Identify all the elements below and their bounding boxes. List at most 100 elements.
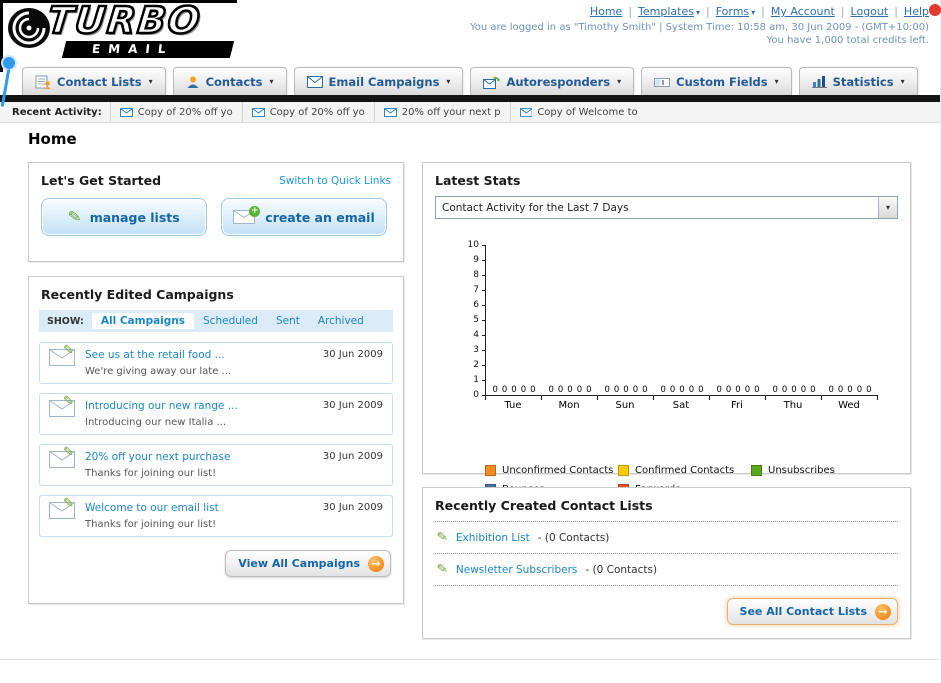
chevron-down-icon: ▾ bbox=[751, 8, 756, 17]
nav-tab-label: Contact Lists bbox=[57, 74, 142, 89]
switch-quick-links-link[interactable]: Switch to Quick Links bbox=[279, 175, 391, 187]
campaign-text: Welcome to our email list Thanks for joi… bbox=[85, 502, 315, 530]
y-axis-label: 8 bbox=[473, 270, 479, 280]
nav-tab-autoresponders[interactable]: Autoresponders ▾ bbox=[470, 67, 635, 95]
campaign-title-link[interactable]: See us at the retail food ... bbox=[85, 349, 315, 361]
legend-label: Unconfirmed Contacts bbox=[502, 465, 614, 476]
manage-lists-label: manage lists bbox=[89, 209, 180, 225]
x-axis-tick bbox=[877, 396, 878, 400]
bar-value-label: 0 bbox=[800, 385, 807, 395]
campaigns-panel: Recently Edited Campaigns SHOW: All Camp… bbox=[28, 276, 404, 604]
campaign-subtitle: Thanks for joining our list! bbox=[85, 519, 217, 530]
legend-swatch bbox=[751, 465, 762, 476]
campaign-subtitle: Thanks for joining our list! bbox=[85, 468, 217, 479]
contact-list-row: ✎ Exhibition List - (0 Contacts) bbox=[435, 522, 898, 554]
separator: | bbox=[761, 5, 765, 18]
filter-archived[interactable]: Archived bbox=[309, 313, 373, 329]
bar-value-label: 0 bbox=[501, 385, 508, 395]
custom-fields-icon bbox=[654, 77, 671, 87]
top-link-help[interactable]: Help bbox=[904, 5, 929, 18]
top-nav: Home | Templates ▾ | Forms ▾ | My Account | Logout… bbox=[590, 5, 929, 18]
logo-text-email: EMAIL bbox=[91, 42, 175, 56]
bar-value-label: 0 bbox=[856, 385, 863, 395]
create-email-label: create an email bbox=[265, 209, 375, 225]
nav-tab-label: Autoresponders bbox=[506, 74, 611, 89]
contact-lists-panel: Recently Created Contact Lists ✎ Exhibit… bbox=[422, 487, 911, 639]
bar-value-label: 0 bbox=[669, 385, 676, 395]
nav-tab-statistics[interactable]: Statistics ▾ bbox=[798, 67, 918, 95]
bar-value-label: 0 bbox=[548, 385, 554, 395]
app-logo[interactable]: TURBO EMAIL bbox=[6, 0, 238, 59]
recent-activity-item[interactable]: Copy of 20% off yo bbox=[109, 102, 242, 122]
contact-list-link[interactable]: Exhibition List bbox=[456, 532, 530, 544]
x-axis-label: Thu bbox=[783, 400, 803, 411]
bar-group: 00000 bbox=[654, 385, 710, 395]
stats-period-select[interactable]: Contact Activity for the Last 7 Days ▾ bbox=[435, 196, 898, 219]
bar-value-label: 0 bbox=[772, 385, 778, 395]
chevron-down-icon: ▾ bbox=[617, 77, 622, 86]
bar-value-label: 0 bbox=[660, 385, 666, 395]
pencil-icon: ✎ bbox=[63, 496, 74, 511]
bar-value-label: 0 bbox=[576, 385, 583, 395]
see-all-contact-lists-button[interactable]: See All Contact Lists → bbox=[726, 598, 898, 625]
campaign-title-link[interactable]: Welcome to our email list bbox=[85, 502, 315, 514]
bar-value-label: 0 bbox=[567, 385, 573, 395]
x-axis-tick bbox=[597, 396, 598, 400]
x-axis-label: Sat bbox=[672, 400, 690, 411]
y-axis-label: 6 bbox=[473, 300, 479, 310]
recent-activity-item[interactable]: 20% off your next p bbox=[373, 102, 510, 122]
campaign-title-link[interactable]: Introducing our new range ... bbox=[85, 400, 315, 412]
top-link-home[interactable]: Home bbox=[590, 5, 622, 18]
view-all-campaigns-button[interactable]: View All Campaigns → bbox=[225, 550, 391, 577]
nav-tab-label: Statistics bbox=[832, 74, 894, 89]
y-axis-label: 1 bbox=[473, 375, 479, 385]
bar-value-label: 0 bbox=[557, 385, 564, 395]
campaign-edit-icon: ✎ bbox=[49, 445, 85, 472]
top-link-help-label: Help bbox=[903, 5, 929, 18]
nav-tab-contacts[interactable]: Contacts ▾ bbox=[172, 67, 287, 95]
main-nav: Contact Lists ▾ Contacts ▾ Email Campaig… bbox=[22, 67, 918, 95]
page-title: Home bbox=[28, 130, 77, 148]
top-link-logout[interactable]: Logout bbox=[851, 5, 889, 18]
envelope-icon bbox=[383, 107, 397, 117]
chevron-down-icon: ▾ bbox=[269, 77, 274, 86]
recent-activity-item[interactable]: Copy of 20% off yo bbox=[241, 102, 374, 122]
latest-stats-header: Latest Stats bbox=[423, 163, 910, 196]
y-axis-tick bbox=[482, 335, 486, 336]
nav-tab-email-campaigns[interactable]: Email Campaigns ▾ bbox=[293, 67, 464, 95]
campaign-row: ✎ Introducing our new range ... Introduc… bbox=[39, 393, 393, 435]
filter-scheduled[interactable]: Scheduled bbox=[194, 313, 267, 329]
filter-all-campaigns[interactable]: All Campaigns bbox=[91, 313, 195, 329]
chevron-down-icon: ▾ bbox=[774, 77, 779, 86]
x-axis-tick bbox=[485, 396, 486, 400]
manage-lists-button[interactable]: ✎ manage lists bbox=[41, 198, 207, 236]
y-axis-label: 4 bbox=[473, 330, 479, 340]
bar-value-label: 0 bbox=[698, 385, 704, 395]
filter-sent[interactable]: Sent bbox=[267, 313, 309, 329]
top-link-templates[interactable]: Templates ▾ bbox=[638, 5, 700, 18]
recent-activity-item-label: Copy of Welcome to bbox=[537, 106, 638, 118]
top-link-my-account[interactable]: My Account bbox=[771, 5, 835, 18]
contact-lists-icon bbox=[35, 75, 51, 89]
bar-group: 00000 bbox=[542, 385, 598, 395]
y-axis-label: 0 bbox=[473, 390, 479, 400]
nav-tab-contact-lists[interactable]: Contact Lists ▾ bbox=[22, 67, 166, 95]
campaign-title-link[interactable]: 20% off your next purchase bbox=[85, 451, 315, 463]
campaign-date: 30 Jun 2009 bbox=[322, 502, 383, 513]
y-axis-tick bbox=[482, 305, 486, 306]
callout-dot-red bbox=[929, 4, 941, 16]
x-axis-label: Mon bbox=[558, 400, 580, 411]
recent-activity-item[interactable]: Copy of Welcome to bbox=[509, 102, 647, 122]
top-link-forms[interactable]: Forms ▾ bbox=[716, 5, 755, 18]
nav-tab-label: Contacts bbox=[205, 74, 263, 89]
campaigns-title: Recently Edited Campaigns bbox=[41, 287, 234, 302]
nav-tab-custom-fields[interactable]: Custom Fields ▾ bbox=[641, 67, 792, 95]
envelope-icon bbox=[251, 107, 265, 117]
bar-value-label: 0 bbox=[642, 385, 648, 395]
campaign-row: ✎ See us at the retail food ... We're gi… bbox=[39, 342, 393, 384]
contact-list-link[interactable]: Newsletter Subscribers bbox=[456, 564, 577, 576]
get-started-panel: Let's Get Started Switch to Quick Links … bbox=[28, 162, 404, 262]
top-link-my-account-label: My Account bbox=[770, 5, 835, 18]
create-email-button[interactable]: + create an email bbox=[221, 198, 387, 236]
bar-value-label: 0 bbox=[604, 385, 610, 395]
